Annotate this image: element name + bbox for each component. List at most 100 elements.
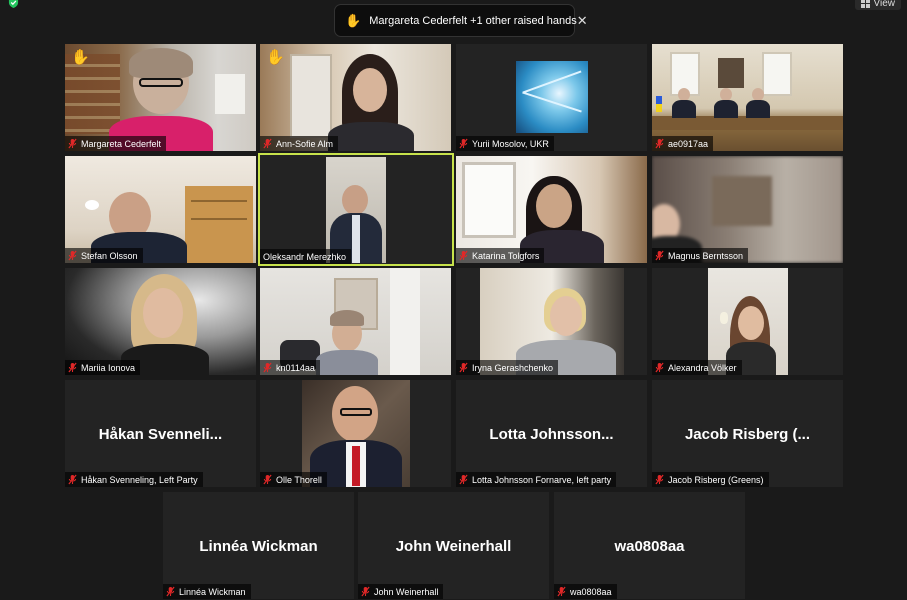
participant-name: Oleksandr Merezhko (263, 251, 347, 262)
participant-name-label: Yurii Mosolov, UKR (456, 136, 554, 151)
participant-name-label: Olle Thorell (260, 472, 327, 487)
participant-name: Håkan Svenneling, Left Party (81, 474, 198, 485)
participant-display-name: wa0808aa (614, 538, 685, 555)
participant-video (456, 156, 647, 263)
participant-name-label: Margareta Cederfelt (65, 136, 167, 151)
participant-name: Lotta Johnsson Fornarve, left party (472, 474, 612, 485)
participant-tile[interactable]: John Weinerhall John Weinerhall (358, 492, 549, 599)
participant-video (652, 44, 843, 151)
participant-display-name: John Weinerhall (395, 538, 512, 555)
participant-name-label: Magnus Berntsson (652, 248, 749, 263)
participant-name: Mariia Ionova (81, 362, 136, 373)
security-shield-icon[interactable] (8, 0, 19, 8)
participant-tile[interactable]: kn0114aa (260, 268, 451, 375)
muted-mic-icon (557, 586, 566, 597)
participant-name-label: ae0917aa (652, 136, 714, 151)
participant-tile[interactable]: Iryna Gerashchenko (456, 268, 647, 375)
participant-name-label: Jacob Risberg (Greens) (652, 472, 769, 487)
participant-name-label: Linnéa Wickman (163, 584, 251, 599)
participant-video (260, 268, 451, 375)
participant-tile[interactable]: Linnéa Wickman Linnéa Wickman (163, 492, 354, 599)
participant-tile[interactable]: Håkan Svenneli... Håkan Svenneling, Left… (65, 380, 256, 487)
participant-avatar-image (516, 61, 588, 133)
participant-name: Iryna Gerashchenko (472, 362, 554, 373)
raised-hand-icon: ✋ (71, 49, 90, 66)
participant-display-name: Håkan Svenneli... (98, 426, 223, 443)
participant-name: Jacob Risberg (Greens) (668, 474, 764, 485)
participant-name: ae0917aa (668, 138, 709, 149)
participant-name: Katarina Tolgfors (472, 250, 540, 261)
participant-video (480, 268, 624, 375)
participant-tile[interactable]: ae0917aa (652, 44, 843, 151)
participant-video (326, 157, 386, 263)
muted-mic-icon (459, 474, 468, 485)
muted-mic-icon (263, 138, 272, 149)
participant-tile[interactable]: Alexandra Völker (652, 268, 843, 375)
participant-tile[interactable]: Mariia Ionova (65, 268, 256, 375)
grid-view-icon (860, 0, 870, 8)
view-button[interactable]: View (854, 0, 901, 10)
participant-name: kn0114aa (276, 362, 315, 373)
raised-hand-icon: ✋ (345, 12, 362, 28)
participant-name: Linnéa Wickman (179, 586, 246, 597)
participant-video (302, 380, 410, 487)
muted-mic-icon (68, 250, 77, 261)
participant-tile[interactable]: ✋ Margareta Cederfelt (65, 44, 256, 151)
participant-tile-active-speaker[interactable]: Oleksandr Merezhko (258, 153, 454, 266)
participant-name: Margareta Cederfelt (81, 138, 162, 149)
participant-name-label: Katarina Tolgfors (456, 248, 545, 263)
raised-hand-icon: ✋ (266, 49, 285, 66)
muted-mic-icon (655, 362, 664, 373)
participant-video (65, 44, 256, 151)
muted-mic-icon (459, 250, 468, 261)
participant-tile[interactable]: Katarina Tolgfors (456, 156, 647, 263)
participant-name-label: Alexandra Völker (652, 360, 742, 375)
participant-name-label: Mariia Ionova (65, 360, 141, 375)
close-icon[interactable]: ✕ (577, 13, 588, 29)
participant-name: Magnus Berntsson (668, 250, 744, 261)
participant-tile[interactable]: Yurii Mosolov, UKR (456, 44, 647, 151)
raised-hands-notification[interactable]: ✋ Margareta Cederfelt +1 other raised ha… (334, 4, 588, 37)
muted-mic-icon (68, 474, 77, 485)
participant-name: wa0808aa (570, 586, 612, 597)
notification-message: Margareta Cederfelt +1 other raised hand… (369, 14, 577, 27)
participant-tile[interactable]: Magnus Berntsson (652, 156, 843, 263)
participant-name-label: Lotta Johnsson Fornarve, left party (456, 472, 617, 487)
muted-mic-icon (361, 586, 370, 597)
participant-name-label: Iryna Gerashchenko (456, 360, 559, 375)
participant-name-label: wa0808aa (554, 584, 617, 599)
muted-mic-icon (68, 362, 77, 373)
participant-tile[interactable]: Jacob Risberg (... Jacob Risberg (Greens… (652, 380, 843, 487)
participant-name: Yurii Mosolov, UKR (472, 138, 549, 149)
participant-tile[interactable]: wa0808aa wa0808aa (554, 492, 745, 599)
participant-video (708, 268, 788, 375)
participant-video (652, 156, 843, 263)
muted-mic-icon (68, 138, 77, 149)
participant-name: Stefan Olsson (81, 250, 138, 261)
muted-mic-icon (263, 362, 272, 373)
participant-name-label: Stefan Olsson (65, 248, 143, 263)
muted-mic-icon (166, 586, 175, 597)
view-button-label: View (873, 0, 896, 9)
participant-video (260, 44, 451, 151)
muted-mic-icon (459, 138, 468, 149)
muted-mic-icon (459, 362, 468, 373)
participant-tile[interactable]: Lotta Johnsson... Lotta Johnsson Fornarv… (456, 380, 647, 487)
participant-name: Ann-Sofie Alm (276, 138, 334, 149)
participant-video (65, 156, 256, 263)
participant-display-name: Jacob Risberg (... (684, 426, 811, 443)
participant-name-label: Oleksandr Merezhko (260, 249, 352, 264)
participant-tile[interactable]: Olle Thorell (260, 380, 451, 487)
participant-name: John Weinerhall (374, 586, 439, 597)
muted-mic-icon (263, 474, 272, 485)
muted-mic-icon (655, 474, 664, 485)
participant-display-name: Lotta Johnsson... (489, 426, 614, 443)
participant-name-label: Ann-Sofie Alm (260, 136, 339, 151)
participant-display-name: Linnéa Wickman (199, 538, 318, 555)
participant-name: Alexandra Völker (668, 362, 737, 373)
participant-tile[interactable]: ✋ Ann-Sofie Alm (260, 44, 451, 151)
participant-tile[interactable]: Stefan Olsson (65, 156, 256, 263)
participant-name-label: John Weinerhall (358, 584, 444, 599)
participant-name-label: kn0114aa (260, 360, 320, 375)
muted-mic-icon (655, 138, 664, 149)
